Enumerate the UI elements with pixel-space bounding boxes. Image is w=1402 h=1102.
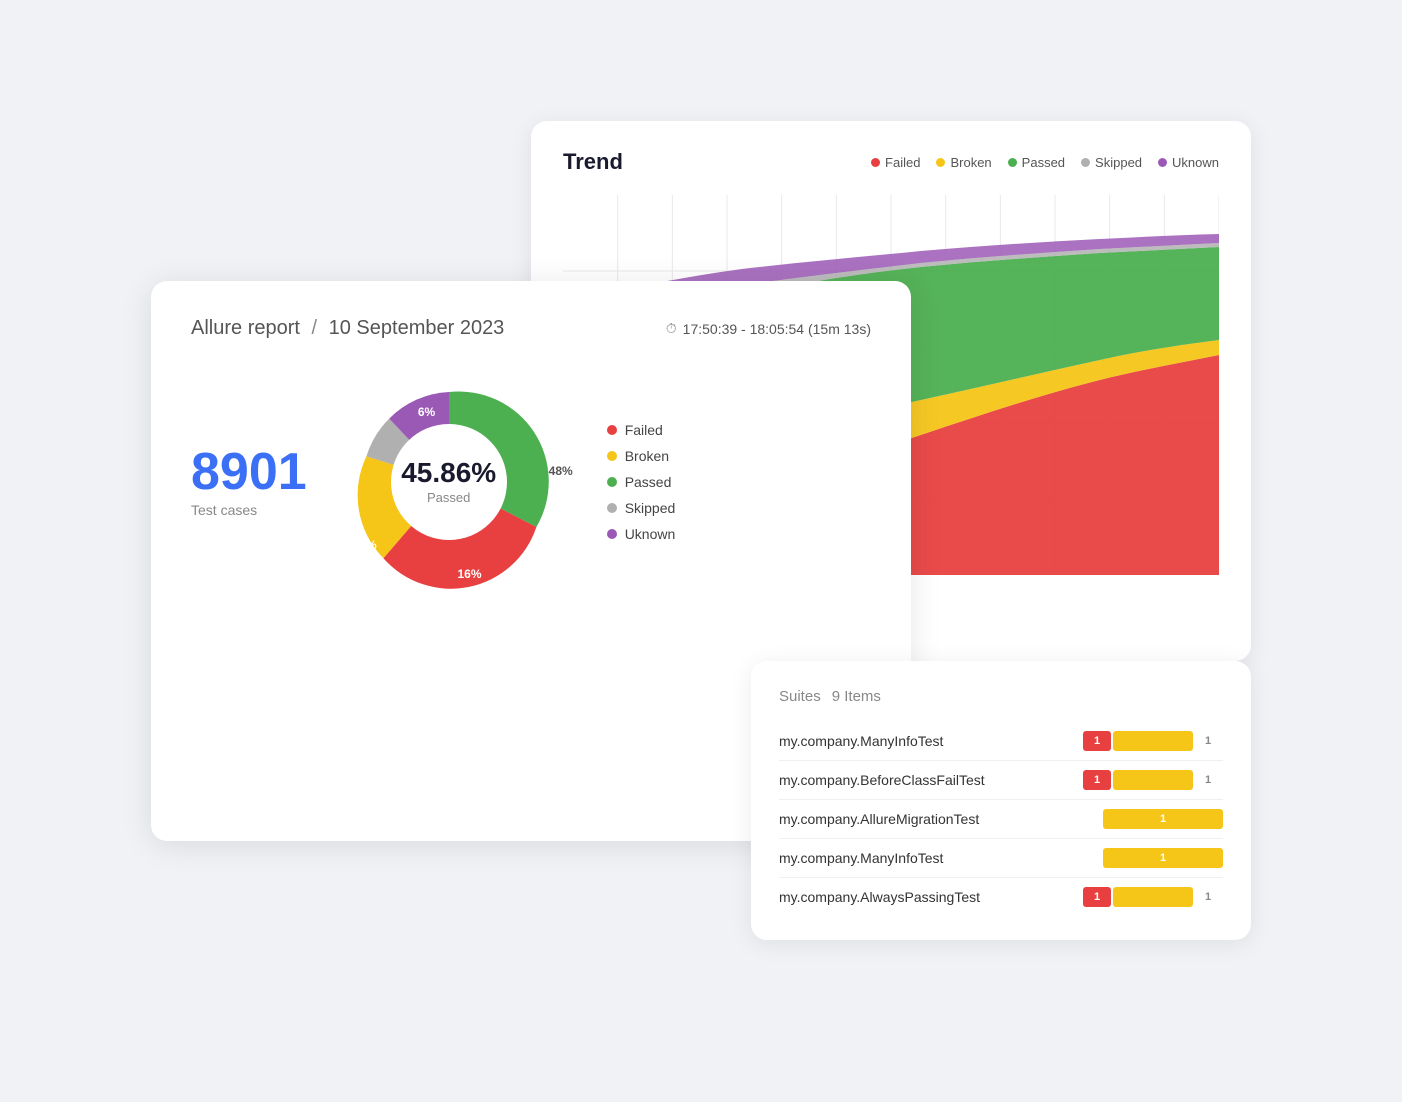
suite-row[interactable]: my.company.AlwaysPassingTest 1 1 (779, 878, 1223, 916)
suite-row[interactable]: my.company.BeforeClassFailTest 1 1 (779, 761, 1223, 800)
chart-unknown-dot (607, 529, 617, 539)
test-count-label: Test cases (191, 502, 257, 518)
chart-failed-dot (607, 425, 617, 435)
segment-label-33: 33% (353, 538, 377, 552)
allure-time: ⏱ 17:50:39 - 18:05:54 (15m 13s) (666, 320, 871, 337)
suite-name-5: my.company.AlwaysPassingTest (779, 889, 1083, 905)
legend-broken-label: Broken (950, 155, 991, 170)
suite-bars-3: 1 (1103, 809, 1223, 829)
bar-yellow-2 (1113, 770, 1193, 790)
bar-label-2: 1 (1195, 770, 1223, 790)
trend-legend: Failed Broken Passed Skipped Uknown (871, 155, 1219, 170)
test-count-area: 8901 Test cases (191, 446, 307, 518)
segment-label-6-purple: 6% (418, 405, 435, 419)
failed-dot (871, 158, 880, 167)
suites-title: Suites (779, 688, 821, 705)
legend-unknown: Uknown (1158, 155, 1219, 170)
chart-unknown-label: Uknown (625, 526, 676, 542)
legend-failed-label: Failed (885, 155, 920, 170)
chart-legend: Failed Broken Passed Skipped Uknown (607, 422, 676, 542)
legend-failed: Failed (871, 155, 920, 170)
suite-row[interactable]: my.company.ManyInfoTest 1 (779, 839, 1223, 878)
suite-name-1: my.company.ManyInfoTest (779, 733, 1083, 749)
suite-bars-2: 1 1 (1083, 770, 1223, 790)
bar-red-2: 1 (1083, 770, 1111, 790)
chart-legend-passed: Passed (607, 474, 676, 490)
suite-bars-4: 1 (1103, 848, 1223, 868)
allure-time-text: 17:50:39 - 18:05:54 (15m 13s) (683, 321, 871, 337)
legend-unknown-label: Uknown (1172, 155, 1219, 170)
suite-name-2: my.company.BeforeClassFailTest (779, 772, 1083, 788)
donut-chart: 48% 33% 16% 6% 6% 45.86% Passed (339, 372, 559, 592)
allure-content: 8901 Test cases (191, 372, 871, 592)
chart-broken-dot (607, 451, 617, 461)
passed-dot (1008, 158, 1017, 167)
allure-title-group: Allure report / 10 September 2023 (191, 317, 504, 340)
chart-passed-dot (607, 477, 617, 487)
legend-passed: Passed (1008, 155, 1065, 170)
allure-title: Allure report / 10 September 2023 (191, 317, 504, 339)
segment-label-48: 48% (549, 464, 573, 478)
chart-skipped-dot (607, 503, 617, 513)
chart-legend-broken: Broken (607, 448, 676, 464)
chart-legend-unknown: Uknown (607, 526, 676, 542)
suite-row[interactable]: my.company.AllureMigrationTest 1 (779, 800, 1223, 839)
suite-bars-5: 1 1 (1083, 887, 1223, 907)
bar-yellow-3: 1 (1103, 809, 1223, 829)
bar-yellow-4: 1 (1103, 848, 1223, 868)
bar-red-1: 1 (1083, 731, 1111, 751)
legend-skipped: Skipped (1081, 155, 1142, 170)
broken-dot (936, 158, 945, 167)
allure-separator: / (312, 317, 318, 339)
legend-skipped-label: Skipped (1095, 155, 1142, 170)
bar-label-1: 1 (1195, 731, 1223, 751)
suites-count: 9 Items (832, 688, 881, 705)
suite-name-4: my.company.ManyInfoTest (779, 850, 1103, 866)
donut-center: 45.86% Passed (401, 457, 496, 507)
chart-legend-failed: Failed (607, 422, 676, 438)
chart-broken-label: Broken (625, 448, 669, 464)
suites-card: Suites 9 Items my.company.ManyInfoTest 1… (751, 661, 1251, 940)
bar-red-5: 1 (1083, 887, 1111, 907)
bar-yellow-1 (1113, 731, 1193, 751)
skipped-dot (1081, 158, 1090, 167)
clock-icon: ⏱ (666, 320, 677, 337)
suite-name-3: my.company.AllureMigrationTest (779, 811, 1103, 827)
bar-yellow-5 (1113, 887, 1193, 907)
test-count-number: 8901 (191, 446, 307, 498)
donut-percent: 45.86% (401, 457, 496, 489)
suites-header: Suites 9 Items (779, 685, 1223, 706)
suite-row[interactable]: my.company.ManyInfoTest 1 1 (779, 722, 1223, 761)
trend-title: Trend (563, 149, 623, 175)
segment-label-16: 16% (457, 567, 481, 581)
chart-legend-skipped: Skipped (607, 500, 676, 516)
allure-header: Allure report / 10 September 2023 ⏱ 17:5… (191, 317, 871, 340)
unknown-dot (1158, 158, 1167, 167)
chart-passed-label: Passed (625, 474, 672, 490)
legend-passed-label: Passed (1022, 155, 1065, 170)
chart-skipped-label: Skipped (625, 500, 676, 516)
segment-label-6-gray: 6% (335, 453, 352, 467)
bar-label-5: 1 (1195, 887, 1223, 907)
donut-label: Passed (427, 490, 470, 505)
allure-title-text: Allure report (191, 317, 300, 339)
suite-bars-1: 1 1 (1083, 731, 1223, 751)
allure-date: 10 September 2023 (329, 317, 505, 339)
chart-failed-label: Failed (625, 422, 663, 438)
main-scene: Trend Failed Broken Passed Skipped (151, 101, 1251, 1001)
trend-header: Trend Failed Broken Passed Skipped (563, 149, 1219, 175)
legend-broken: Broken (936, 155, 991, 170)
